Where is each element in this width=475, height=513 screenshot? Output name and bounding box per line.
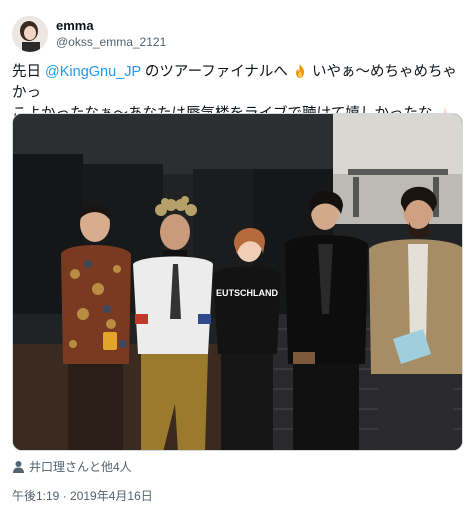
tagged-text: 井口理さんと他4人 <box>29 460 132 474</box>
mention-link[interactable]: @KingGnu_JP <box>45 64 141 80</box>
tweet-text-segment: のツアーファイナルへ <box>140 64 288 80</box>
display-name[interactable]: emma <box>56 18 166 34</box>
tagged-people[interactable]: 井口理さんと他4人 <box>12 458 132 475</box>
tweet-timestamp[interactable]: 午後1:19 · 2019年4月16日 <box>12 487 153 504</box>
user-names: emma @okss_emma_2121 <box>56 18 166 50</box>
fire-icon <box>292 63 308 79</box>
user-handle[interactable]: @okss_emma_2121 <box>56 34 166 50</box>
avatar[interactable] <box>12 16 48 52</box>
tweet-header: emma @okss_emma_2121 <box>12 14 166 54</box>
tweet-text-segment: 先日 <box>12 64 46 80</box>
shirt-print: EUTSCHLAND <box>216 288 278 298</box>
tweet-card: emma @okss_emma_2121 先日 @KingGnu_JP のツアー… <box>0 0 475 513</box>
person-icon <box>12 460 25 473</box>
tweet-photo[interactable]: EUTSCHLAND <box>12 113 463 451</box>
